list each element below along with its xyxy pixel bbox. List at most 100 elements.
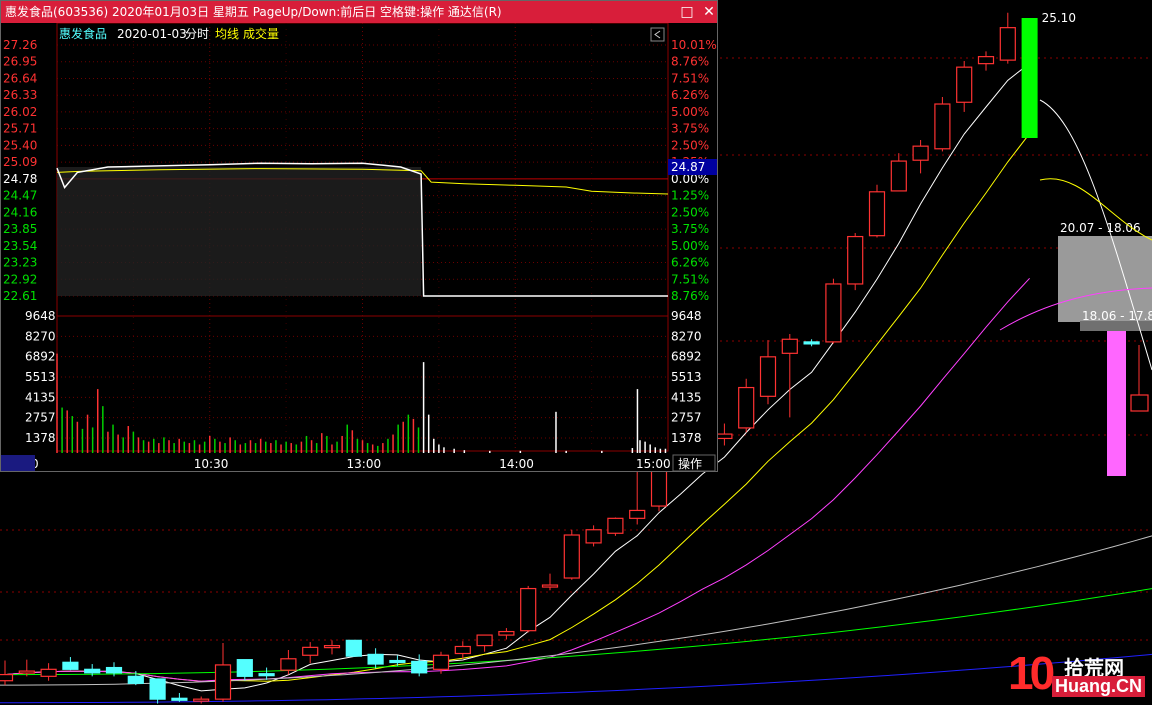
candle-body: [738, 386, 755, 429]
volume-tick-label-right: 9648: [671, 309, 702, 323]
price-tick-label: 25.40: [3, 138, 37, 152]
candle-body: [62, 661, 79, 670]
candle-body: [868, 191, 886, 237]
long-moving-average-line: [0, 588, 1152, 676]
candle-body: [956, 66, 973, 103]
price-tick-label: 26.64: [3, 71, 37, 85]
stock-name-label: 惠发食品: [59, 26, 107, 41]
close-icon[interactable]: ✕: [698, 1, 720, 23]
candle-body: [411, 660, 428, 674]
candle-body: [84, 668, 101, 674]
volume-tick-label-right: 8270: [671, 329, 702, 343]
candle-body: [607, 517, 624, 534]
candle-body: [105, 666, 123, 674]
candle-body: [214, 664, 232, 700]
candle-body: [0, 673, 14, 682]
candle-body: [912, 145, 929, 161]
candle-body: [280, 658, 297, 671]
volume-tick-label: 2757: [25, 411, 56, 425]
candle-body: [934, 103, 951, 150]
price-tick-label: 26.02: [3, 105, 37, 119]
candle-body-future: [1130, 394, 1149, 412]
candle-body: [367, 653, 384, 665]
time-tick-label: 10:30: [194, 457, 229, 471]
candle-body: [258, 673, 275, 677]
candle-body: [847, 235, 864, 285]
candle-body: [171, 697, 188, 701]
percent-tick-label: 7.51%: [671, 272, 709, 286]
popup-title: 惠发食品(603536) 2020年01月03日 星期五 PageUp/Down…: [5, 5, 502, 19]
popup-titlebar[interactable]: 惠发食品(603536) 2020年01月03日 星期五 PageUp/Down…: [1, 1, 717, 23]
volume-tick-label-right: 6892: [671, 350, 702, 364]
start-time-box: [1, 455, 35, 471]
percent-tick-label: 6.26%: [671, 88, 709, 102]
percent-tick-label: 8.76%: [671, 55, 709, 69]
volume-tick-label: 4135: [25, 390, 56, 404]
volume-tick-label-right: 1378: [671, 431, 702, 445]
intraday-popup-window[interactable]: 惠发食品(603536) 2020年01月03日 星期五 PageUp/Down…: [0, 0, 718, 472]
high-price-label: 25.10: [1042, 11, 1076, 25]
time-tick-label: 13:00: [347, 457, 382, 471]
price-tick-label: 22.61: [3, 289, 37, 303]
candle-body: [803, 341, 820, 345]
volume-tick-label-right: 5513: [671, 370, 702, 384]
candle-body: [520, 587, 537, 632]
candle-body: [389, 659, 406, 664]
candle-body: [716, 433, 733, 440]
price-tick-label: 25.09: [3, 155, 37, 169]
volume-tick-label: 8270: [25, 329, 56, 343]
candle-body: [323, 645, 341, 649]
candle-body: [40, 668, 57, 677]
percent-tick-label: 3.75%: [671, 122, 709, 136]
intraday-chart: 惠发食品 2020-01-03 分时 均线 成交量 27.26 10.01% 26.…: [1, 23, 717, 471]
price-tick-label: 24.16: [3, 205, 37, 219]
current-price-label: 24.87: [671, 160, 705, 174]
volume-tick-label-right: 4135: [671, 390, 702, 404]
date-label: 2020-01-03: [117, 27, 187, 41]
price-area-fill: [57, 166, 422, 296]
candle-body: [345, 639, 362, 657]
watermark: 10 拾荒网 Huang.CN: [1008, 647, 1148, 700]
mode-label: 分时: [185, 27, 209, 41]
watermark-logo: 10: [1008, 647, 1055, 699]
price-tick-label: 27.26: [3, 38, 37, 52]
percent-tick-label: 6.26%: [671, 256, 709, 270]
percent-tick-label: 3.75%: [671, 222, 709, 236]
price-tick-label: 25.71: [3, 122, 37, 136]
candle-body: [563, 534, 580, 579]
candle-body: [977, 56, 995, 65]
percent-tick-label: 1.25%: [671, 189, 709, 203]
percent-tick-label: 2.50%: [671, 205, 709, 219]
candle-body: [498, 630, 515, 636]
price-tick-label: 23.23: [3, 256, 37, 270]
candle-body: [476, 634, 493, 647]
price-tick-label: 23.54: [3, 239, 37, 253]
magenta-volume-bar: [1107, 331, 1126, 476]
price-tick-label: 22.92: [3, 272, 37, 286]
restore-icon[interactable]: □: [676, 1, 698, 23]
chip-range-label-upper: 20.07 - 18.06: [1060, 221, 1141, 235]
volume-tick-label-right: 2757: [671, 411, 702, 425]
candle-body: [650, 469, 668, 507]
volume-label: 成交量: [243, 26, 279, 41]
percent-tick-label: 2.50%: [671, 138, 709, 152]
candle-body: [825, 283, 842, 343]
watermark-text-en: Huang.CN: [1052, 676, 1145, 697]
candle-body: [759, 356, 777, 397]
price-tick-label: 26.95: [3, 55, 37, 69]
candle-body: [236, 659, 253, 677]
price-tick-label: 24.47: [3, 189, 37, 203]
volume-tick-label: 5513: [25, 370, 56, 384]
candle-body: [127, 675, 144, 684]
candle-body: [999, 27, 1016, 61]
percent-tick-label: 5.00%: [671, 105, 709, 119]
candle-body: [585, 529, 602, 544]
percent-tick-label: 7.51%: [671, 71, 709, 85]
candle-body: [193, 698, 210, 702]
chip-range-label-lower: 18.06 - 17.88: [1082, 309, 1152, 323]
price-tick-label: 23.85: [3, 222, 37, 236]
percent-tick-label: 8.76%: [671, 289, 709, 303]
candle-body: [302, 646, 319, 656]
volume-tick-label: 1378: [25, 431, 56, 445]
time-tick-label: 15:00: [636, 457, 671, 471]
